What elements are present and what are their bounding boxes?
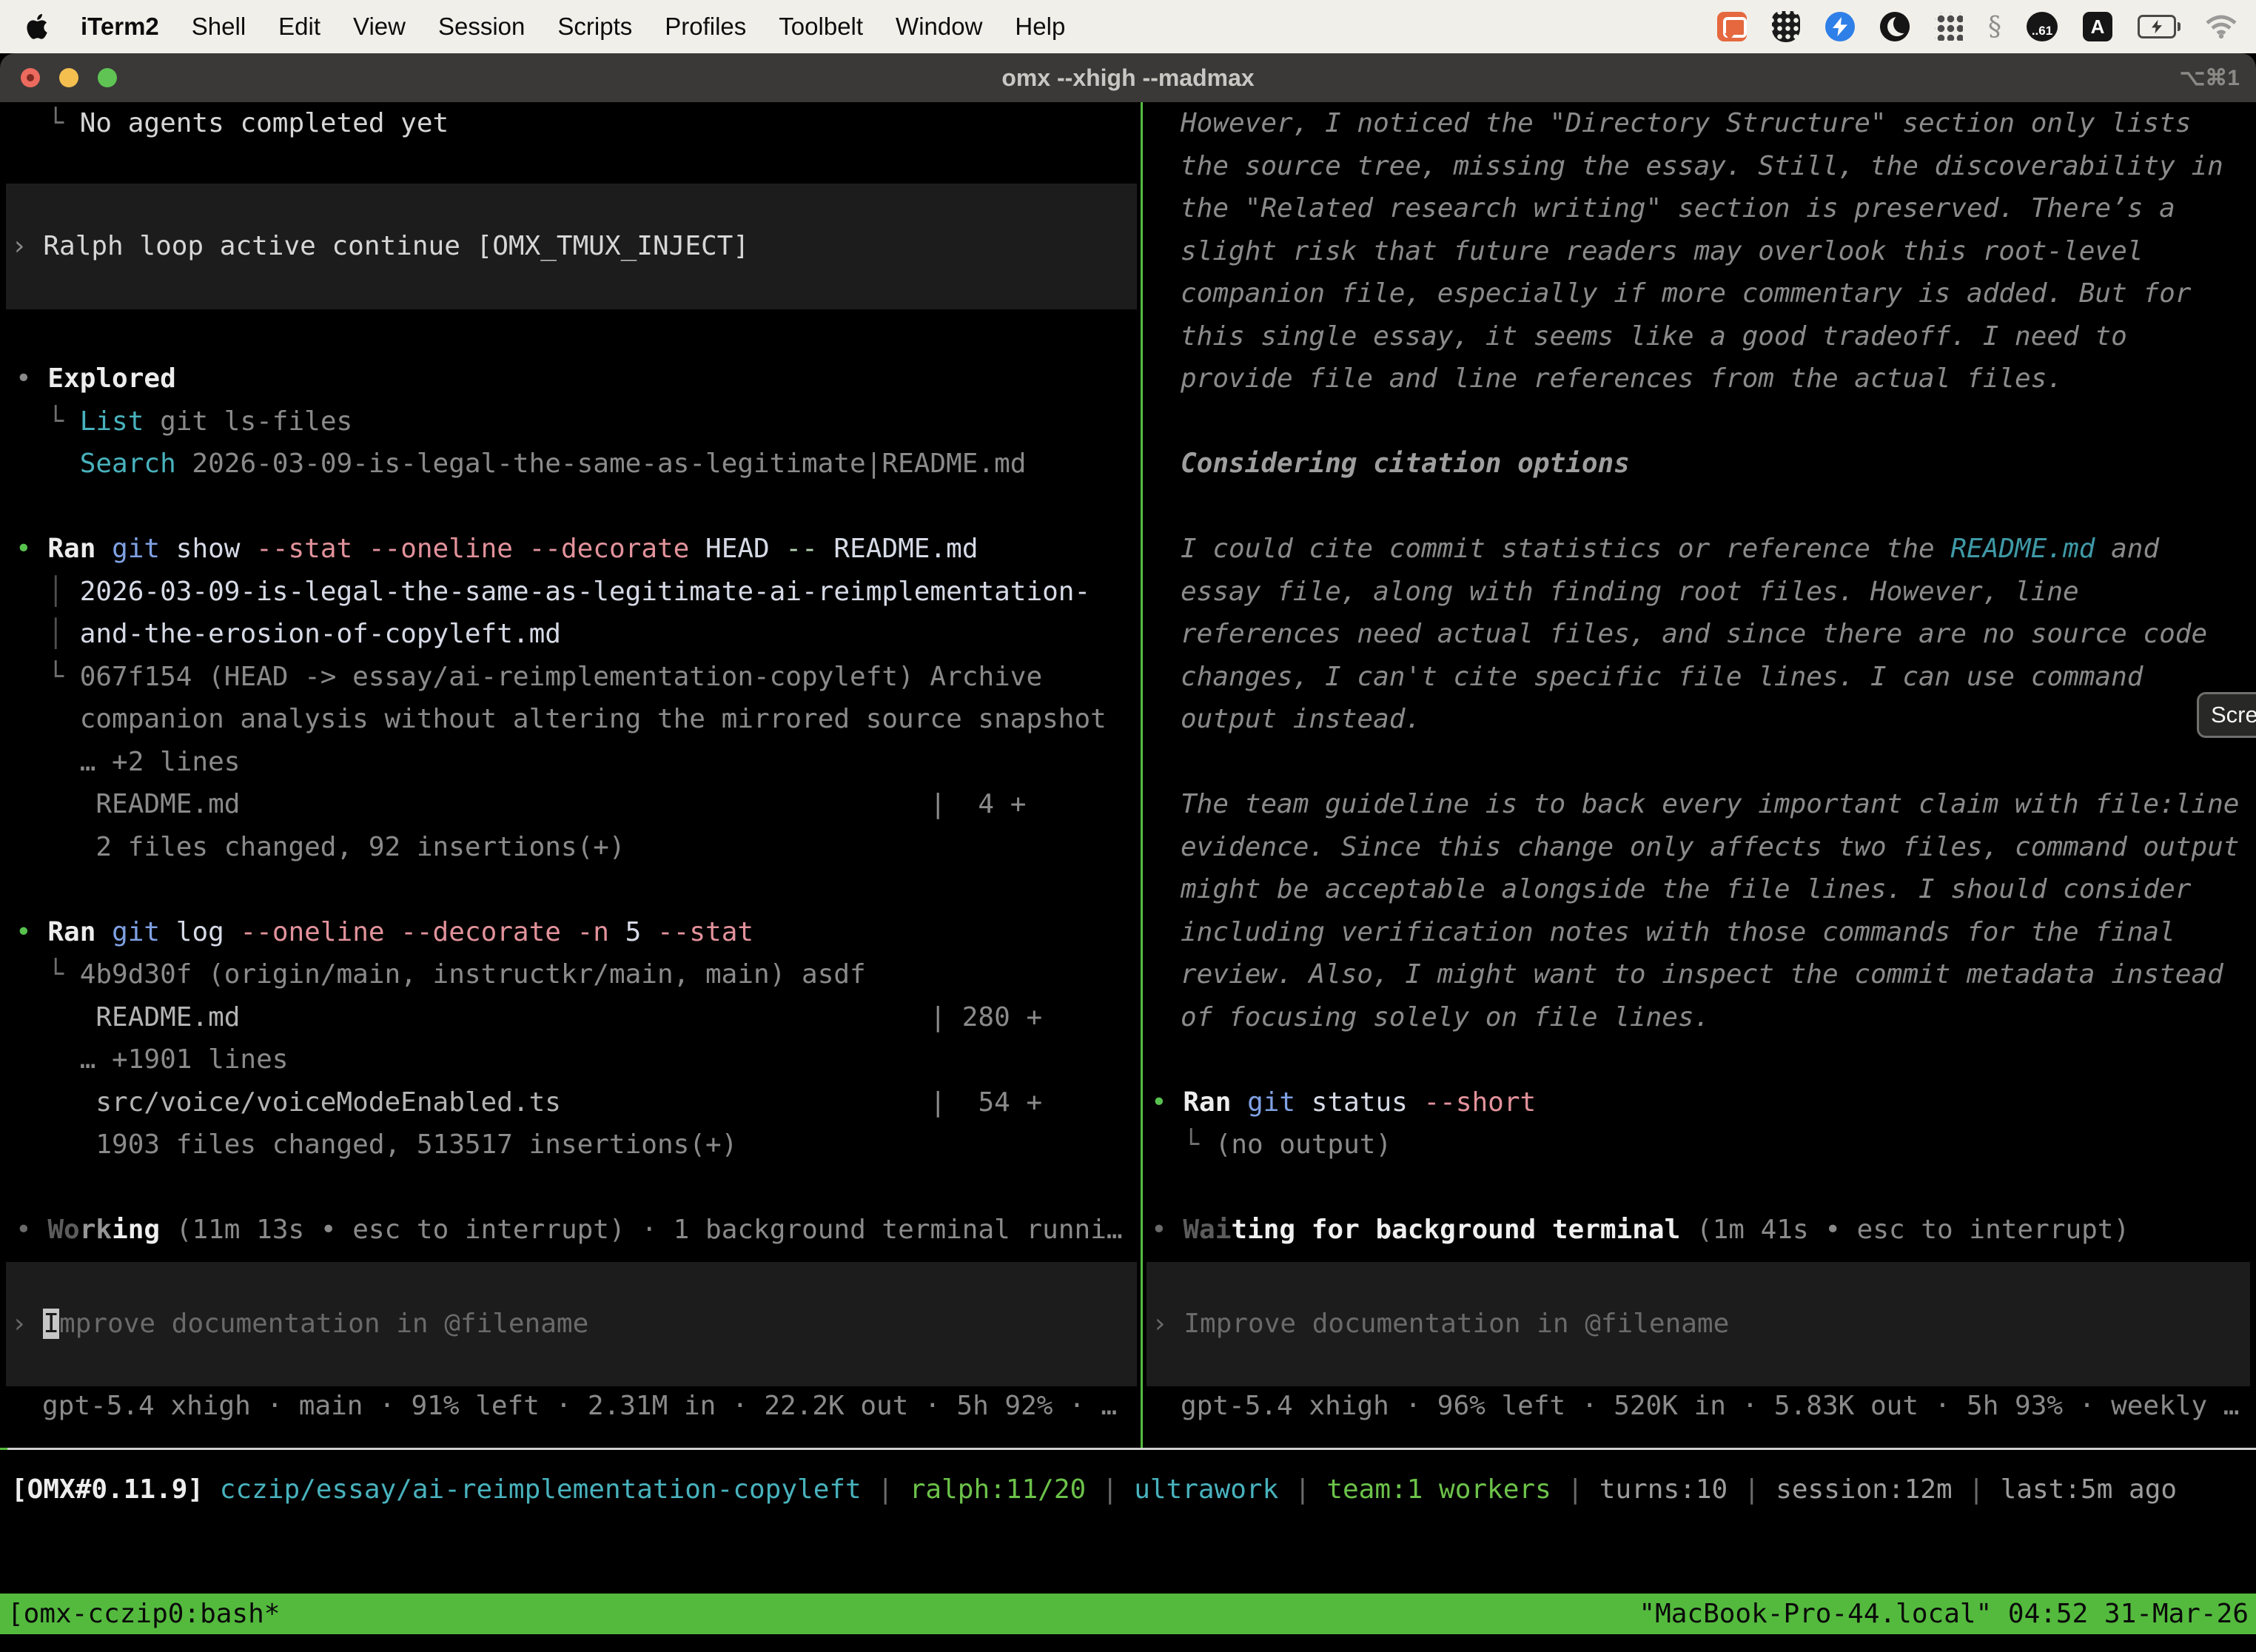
reasoning-paragraph-line: evidence. Since this change only affects…: [1151, 826, 2256, 869]
git-status-output-line: └ (no output): [1151, 1124, 2256, 1166]
reasoning-paragraph-line: slight risk that future readers may over…: [1151, 230, 2256, 273]
waiting-status-line: • Waiting for background terminal (1m 41…: [1151, 1209, 2256, 1252]
screen-tooltip: Scre: [2197, 692, 2256, 738]
reasoning-paragraph-line: this single essay, it seems like a good …: [1151, 315, 2256, 358]
ralph-inject-box: › Ralph loop active continue [OMX_TMUX_I…: [6, 184, 1137, 309]
window-title: omx --xhigh --madmax: [1001, 64, 1254, 92]
blank-line: [0, 486, 1141, 528]
right-pane: However, I noticed the "Directory Struct…: [1151, 102, 2256, 1252]
chat-app-icon[interactable]: [1717, 12, 1747, 41]
separator-line: [0, 1448, 2256, 1450]
reasoning-paragraph-line: might be acceptable alongside the file l…: [1151, 868, 2256, 911]
right-prompt-input[interactable]: › Improve documentation in @filename: [1147, 1262, 2250, 1386]
reasoning-paragraph-line: companion file, especially if more comme…: [1151, 272, 2256, 315]
menu-item-edit[interactable]: Edit: [278, 13, 320, 41]
git-log-output-line: └ 4b9d30f (origin/main, instructkr/main,…: [0, 953, 1141, 996]
blank-line: [0, 868, 1141, 911]
blank-line: [0, 1166, 1141, 1209]
input-source-icon[interactable]: A: [2083, 12, 2112, 41]
menu-bar: iTerm2 Shell Edit View Session Scripts P…: [0, 0, 2256, 53]
reasoning-paragraph-line: However, I noticed the "Directory Struct…: [1151, 102, 2256, 145]
reasoning-paragraph-line: the "Related research writing" section i…: [1151, 187, 2256, 230]
left-prompt-text: › Improve documentation in @filename: [6, 1303, 588, 1346]
git-log-output-line: src/voice/voiceModeEnabled.ts | 54 +: [0, 1081, 1141, 1124]
tmux-host-clock: "MacBook-Pro-44.local" 04:52 31-Mar-26: [1639, 1594, 2249, 1634]
blank-line: [1151, 741, 2256, 784]
reasoning-paragraph-line: I could cite commit statistics or refere…: [1151, 528, 2256, 571]
menu-item-profiles[interactable]: Profiles: [665, 13, 746, 41]
working-status-line: • Working (11m 13s • esc to interrupt) ·…: [0, 1209, 1141, 1252]
battery-icon[interactable]: [2138, 15, 2181, 38]
crescent-circle-icon[interactable]: [1880, 12, 1910, 41]
reasoning-paragraph-line: essay file, along with finding root file…: [1151, 571, 2256, 614]
menu-item-session[interactable]: Session: [438, 13, 525, 41]
tmux-session-label: [omx-cczip0:bash*: [7, 1594, 280, 1634]
menu-item-window[interactable]: Window: [896, 13, 982, 41]
shield-grid-icon[interactable]: [1772, 11, 1800, 42]
git-log-output-line: 1903 files changed, 513517 insertions(+): [0, 1124, 1141, 1166]
dot-grid-icon[interactable]: [1935, 13, 1963, 41]
reasoning-paragraph-line: including verification notes with those …: [1151, 911, 2256, 954]
wifi-icon[interactable]: [2206, 15, 2237, 38]
menu-item-shell[interactable]: Shell: [192, 13, 246, 41]
squiggle-icon[interactable]: §: [1988, 12, 2001, 42]
zoom-button[interactable]: [98, 68, 117, 87]
explored-header-line: • Explored: [0, 357, 1141, 400]
left-model-status: gpt-5.4 xhigh · main · 91% left · 2.31M …: [16, 1385, 1117, 1428]
git-show-filename-line: │ and-the-erosion-of-copyleft.md: [0, 613, 1141, 656]
reasoning-paragraph-line: The team guideline is to back every impo…: [1151, 783, 2256, 826]
blank-line: [1151, 1166, 2256, 1209]
git-show-output-line: README.md | 4 +: [0, 783, 1141, 826]
window-shortcut-badge: ⌥⌘1: [2180, 65, 2240, 91]
git-show-command-line: • Ran git show --stat --oneline --decora…: [0, 528, 1141, 571]
menu-item-toolbelt[interactable]: Toolbelt: [779, 13, 863, 41]
reasoning-paragraph-line: review. Also, I might want to inspect th…: [1151, 953, 2256, 996]
tmux-status-bar: [omx-cczip0:bash* "MacBook-Pro-44.local"…: [0, 1594, 2256, 1634]
reasoning-paragraph-line: references need actual files, and since …: [1151, 613, 2256, 656]
git-show-output-line: 2 files changed, 92 insertions(+): [0, 826, 1141, 869]
traffic-lights: [21, 53, 117, 102]
git-show-output-line: … +2 lines: [0, 741, 1141, 784]
agents-note-line: └ No agents completed yet: [0, 102, 1141, 145]
reasoning-heading: Considering citation options: [1151, 443, 2256, 486]
git-show-output-line: companion analysis without altering the …: [0, 698, 1141, 741]
ralph-inject-line: › Ralph loop active continue [OMX_TMUX_I…: [6, 225, 749, 268]
menu-item-view[interactable]: View: [353, 13, 406, 41]
git-log-command-line: • Ran git log --oneline --decorate -n 5 …: [0, 911, 1141, 954]
close-button[interactable]: [21, 68, 40, 87]
pane-divider[interactable]: [1141, 102, 1143, 1448]
omx-status-bar: [OMX#0.11.9] cczip/essay/ai-reimplementa…: [0, 1468, 2177, 1511]
explored-list-line: └ List git ls-files: [0, 400, 1141, 443]
menu-bar-left: iTerm2 Shell Edit View Session Scripts P…: [0, 13, 1065, 41]
reasoning-paragraph-line: changes, I can't cite specific file line…: [1151, 656, 2256, 699]
badge-61-icon[interactable]: ..61: [2027, 12, 2058, 41]
apple-menu-icon[interactable]: [25, 13, 48, 41]
menu-item-help[interactable]: Help: [1015, 13, 1065, 41]
window-title-bar[interactable]: omx --xhigh --madmax ⌥⌘1: [0, 53, 2256, 102]
minimize-button[interactable]: [59, 68, 78, 87]
git-log-output-line: … +1901 lines: [0, 1038, 1141, 1081]
right-model-status: gpt-5.4 xhigh · 96% left · 520K in · 5.8…: [1151, 1385, 2239, 1428]
blue-bolt-icon[interactable]: [1825, 12, 1855, 41]
right-prompt-text: › Improve documentation in @filename: [1147, 1303, 1729, 1346]
blank-line: [1151, 486, 2256, 528]
reasoning-paragraph-line: of focusing solely on file lines.: [1151, 996, 2256, 1039]
reasoning-paragraph-line: provide file and line references from th…: [1151, 357, 2256, 400]
separator-green-segment: [0, 1448, 7, 1450]
reasoning-paragraph-line: output instead.: [1151, 698, 2256, 741]
git-show-output-line: └ 067f154 (HEAD -> essay/ai-reimplementa…: [0, 656, 1141, 699]
git-log-output-line: README.md | 280 +: [0, 996, 1141, 1039]
git-status-command-line: • Ran git status --short: [1151, 1081, 2256, 1124]
blank-line: [1151, 1038, 2256, 1081]
git-show-filename-line: │ 2026-03-09-is-legal-the-same-as-legiti…: [0, 571, 1141, 614]
explored-search-line: Search 2026-03-09-is-legal-the-same-as-l…: [0, 443, 1141, 486]
iterm2-window: omx --xhigh --madmax ⌥⌘1 └ No agents com…: [0, 53, 2256, 1652]
menu-item-iterm2[interactable]: iTerm2: [81, 13, 159, 41]
menu-item-scripts[interactable]: Scripts: [557, 13, 632, 41]
reasoning-paragraph-line: the source tree, missing the essay. Stil…: [1151, 145, 2256, 188]
blank-line: [1151, 400, 2256, 443]
left-prompt-input[interactable]: › Improve documentation in @filename: [6, 1262, 1137, 1386]
menu-bar-status-icons: § ..61 A: [1717, 11, 2256, 42]
terminal-content: └ No agents completed yet • Explored └ L…: [0, 102, 2256, 1652]
